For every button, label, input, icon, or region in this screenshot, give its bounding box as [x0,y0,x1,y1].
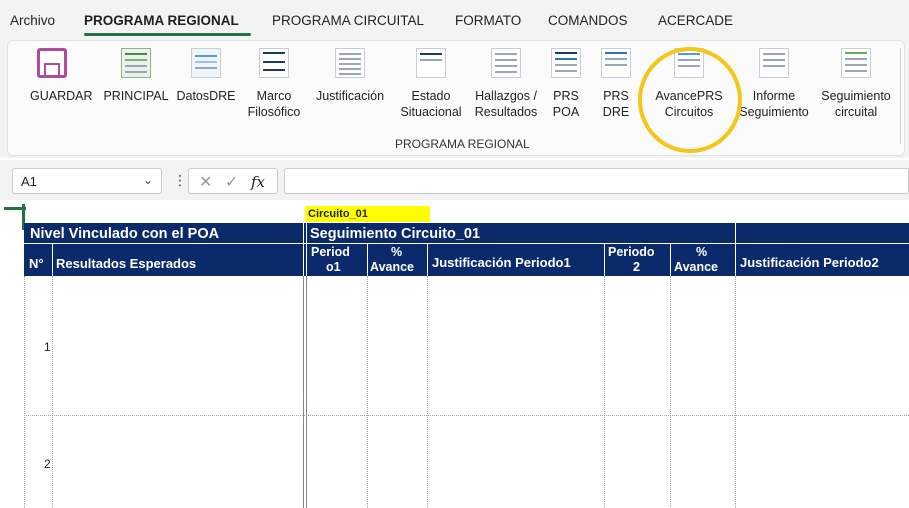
col-header-avance2-b: Avance [674,260,719,274]
justificacion-thumbnail-icon [335,48,365,78]
col-header-num: N° [29,256,44,271]
informe-thumbnail-icon [759,48,789,78]
hallazgos-thumbnail-icon [491,48,521,78]
cancel-icon[interactable]: ✕ [199,172,212,192]
grid-line [367,276,368,508]
header-sep [735,223,736,276]
grid-line [427,276,428,508]
name-box[interactable]: A1 ⌄ [12,168,162,194]
header-sep [604,243,605,276]
circuit-label-cell[interactable]: Circuito_01 [305,206,430,222]
principal-thumbnail-icon [121,48,151,78]
guardar-button[interactable]: GUARDAR [30,48,93,104]
formula-controls: ✕ ✓ fx [188,168,278,194]
grid-line [735,276,736,508]
grid-line [303,276,304,508]
ribbon-separator [900,48,901,144]
datosdre-thumbnail-icon [191,48,221,78]
header-sep [303,223,304,276]
chevron-down-icon[interactable]: ⌄ [143,173,153,187]
col-header-period2-b: 2 [633,260,640,274]
tab-programa-circuital[interactable]: PROGRAMA CIRCUITAL [272,13,424,28]
col-header-avance2: % [696,245,708,259]
tab-archivo[interactable]: Archivo [10,13,55,28]
prs-poa-thumbnail-icon [551,48,581,78]
more-options-icon[interactable]: ⋮ [173,172,187,189]
col-header-period1-b: o1 [326,260,341,274]
right-group-title: Seguimiento Circuito_01 [310,226,481,242]
ribbon: GUARDAR PRINCIPAL DatosDRE Marco Filosóf… [0,38,909,158]
tab-formato[interactable]: FORMATO [455,13,521,28]
seguimiento-circuital-button[interactable]: Seguimiento circuital [815,48,897,120]
grid-line [604,276,605,508]
ribbon-group-label: PROGRAMA REGIONAL [395,137,530,151]
header-sep [670,243,671,276]
estado-situacional-button[interactable]: Estado Situacional [396,48,466,120]
confirm-icon[interactable]: ✓ [225,172,238,192]
seguimiento-thumbnail-icon [841,48,871,78]
justificacion-button[interactable]: Justificación [310,48,390,104]
formula-bar: A1 ⌄ ⋮ ✕ ✓ fx [0,160,909,200]
marco-thumbnail-icon [259,48,289,78]
header-divider [24,243,909,244]
left-group-title: Nivel Vinculado con el POA [30,226,220,242]
tab-programa-regional[interactable]: PROGRAMA REGIONAL [84,13,239,28]
menu-bar: Archivo PROGRAMA REGIONAL PROGRAMA CIRCU… [0,0,909,38]
estado-thumbnail-icon [416,48,446,78]
formula-input[interactable] [284,168,909,194]
active-tab-indicator [84,33,251,36]
col-header-just2: Justificación Periodo2 [740,255,879,270]
highlight-circle [638,47,742,153]
insert-function-icon[interactable]: fx [251,173,265,191]
col-header-just1: Justificación Periodo1 [432,255,571,270]
grid-line [306,276,307,508]
header-sep [52,243,53,276]
tab-acercade[interactable]: ACERCADE [658,13,733,28]
row-number: 2 [44,457,51,471]
col-header-avance1-b: Avance [370,260,415,274]
prs-poa-button[interactable]: PRS POA [551,48,581,120]
header-sep [427,243,428,276]
save-icon [37,48,67,78]
prs-dre-button[interactable]: PRS DRE [601,48,631,120]
marco-filosofico-button[interactable]: Marco Filosófico [243,48,305,120]
col-header-avance1: % [391,245,403,259]
row-number: 1 [44,340,51,354]
header-sep [306,223,307,276]
worksheet-grid[interactable]: Circuito_01 Nivel Vinculado con el POA S… [0,200,909,508]
grid-line [52,276,53,508]
tab-comandos[interactable]: COMANDOS [548,13,628,28]
row-divider [24,415,909,416]
header-sep [367,243,368,276]
principal-button[interactable]: PRINCIPAL [101,48,171,104]
grid-line [24,276,25,508]
grid-line [670,276,671,508]
prs-dre-thumbnail-icon [601,48,631,78]
hallazgos-resultados-button[interactable]: Hallazgos / Resultados [470,48,542,120]
datosdre-button[interactable]: DatosDRE [174,48,238,104]
col-header-period1: Period [311,245,350,259]
col-header-period2: Periodo [608,245,655,259]
informe-seguimiento-button[interactable]: Informe Seguimiento [737,48,811,120]
col-header-results: Resultados Esperados [56,256,197,271]
